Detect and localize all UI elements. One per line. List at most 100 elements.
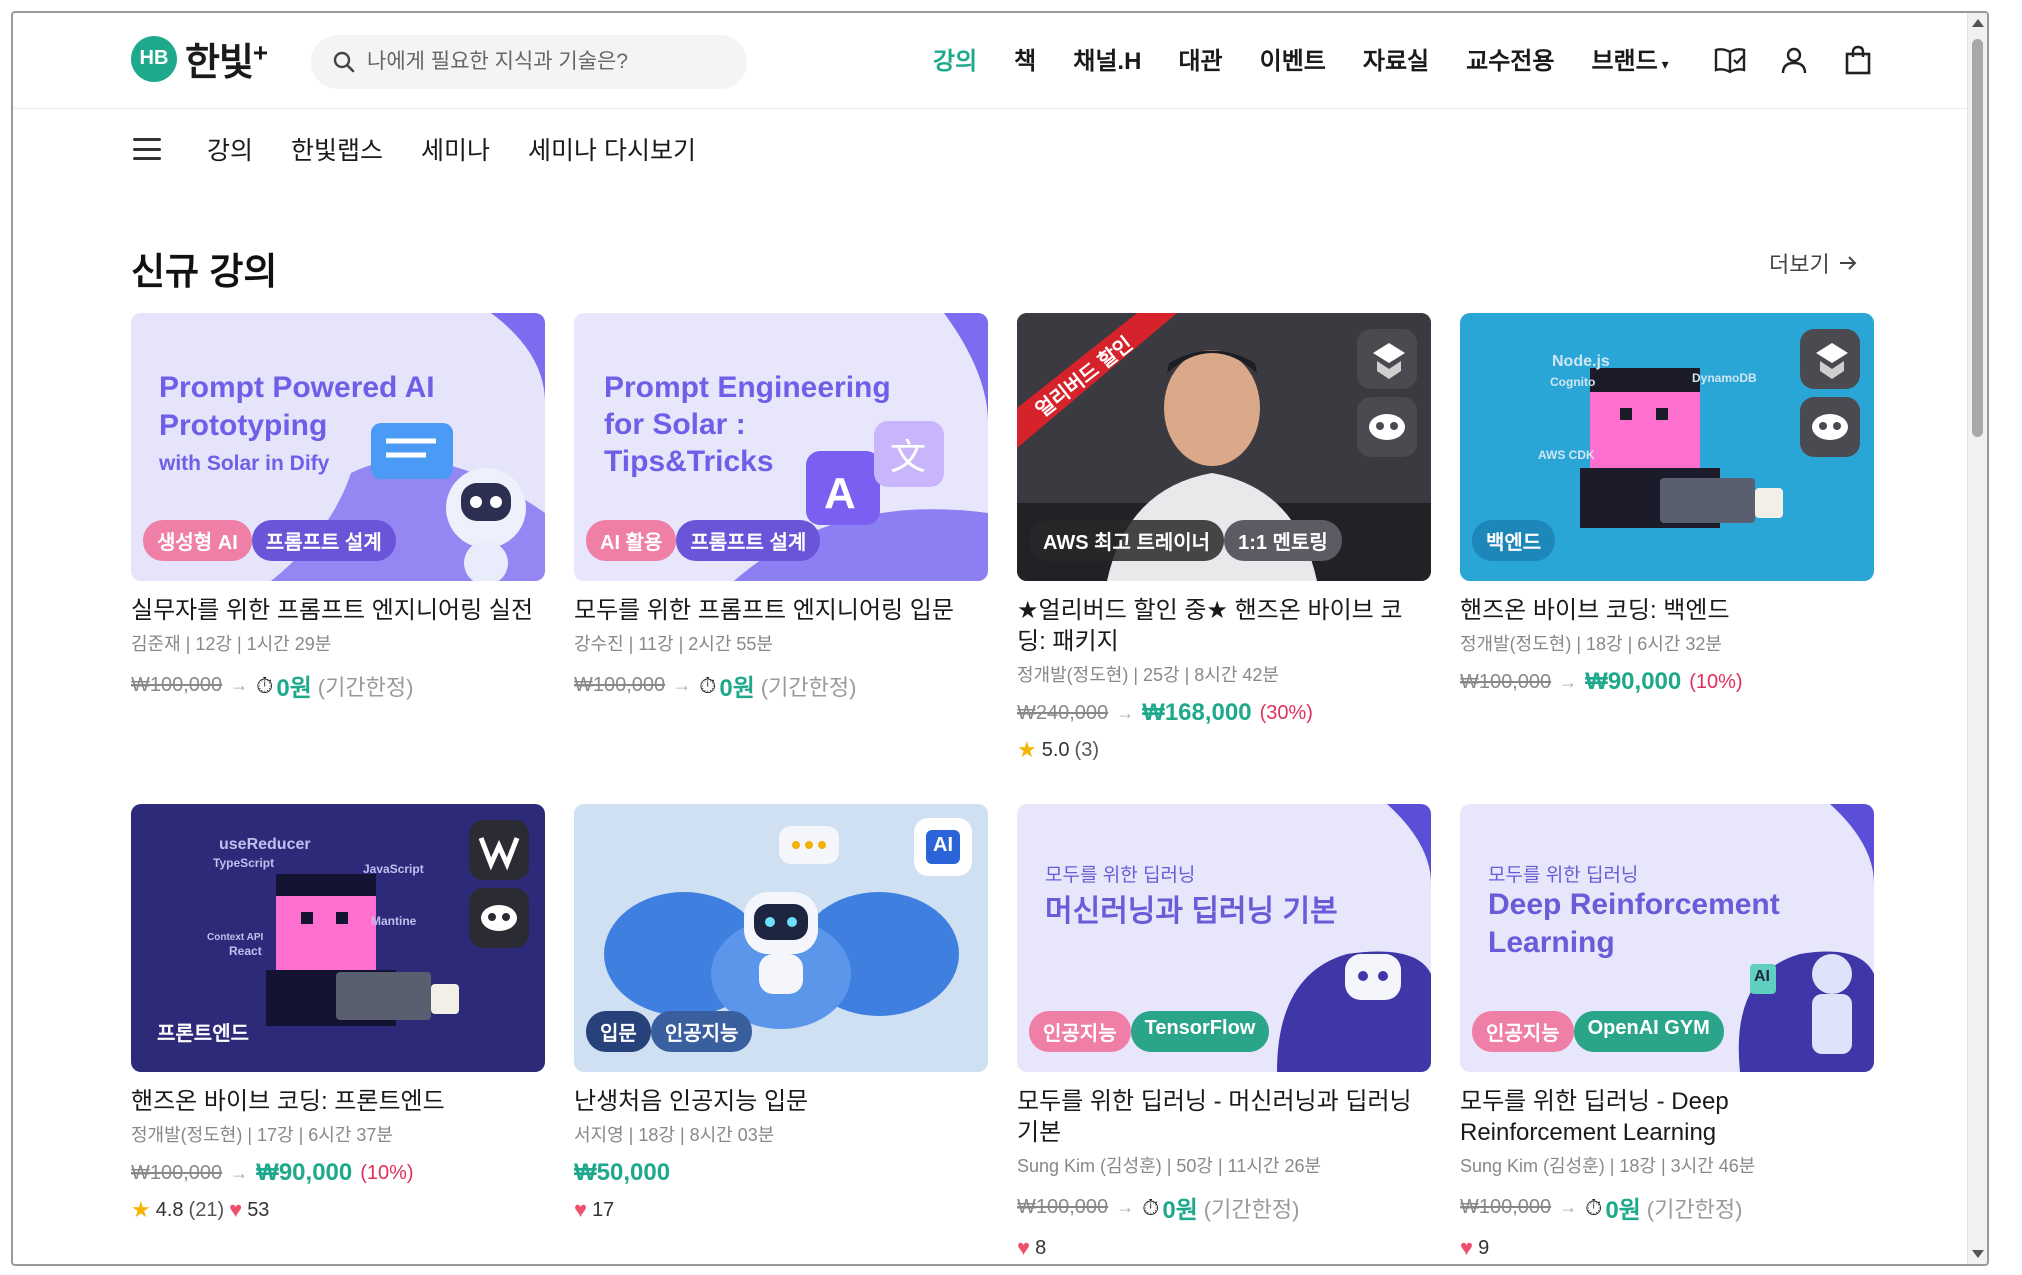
timer-icon: ⏱ xyxy=(699,672,717,698)
course-thumbnail[interactable]: 모두를 위한 딥러닝 머신러닝과 딥러닝 기본 인공지능 TensorFlow xyxy=(1017,804,1431,1072)
subnav-seminar-replay[interactable]: 세미나 다시보기 xyxy=(528,131,696,167)
cart-icon[interactable] xyxy=(1841,43,1875,77)
site-logo[interactable]: HB 한빛+ xyxy=(131,31,268,86)
price-row: ₩100,000 → ⏱ 0원 (기간한정) xyxy=(1460,1190,1874,1225)
sale-price: ₩168,000 xyxy=(1142,699,1252,726)
tag: 입문 xyxy=(586,1011,651,1052)
thumbnail-label: AWS CDK xyxy=(1538,448,1595,462)
heart-icon[interactable]: ♥ xyxy=(1460,1235,1473,1261)
search-bar[interactable] xyxy=(311,35,747,89)
tag: 인공지능 xyxy=(1029,1011,1131,1052)
course-card[interactable]: 모두를 위한 딥러닝 Deep Reinforcement Learning A… xyxy=(1460,804,1874,1261)
thumbnail-label: useReducer xyxy=(219,836,311,853)
main-nav: 강의 책 채널.H 대관 이벤트 자료실 교수전용 브랜드 xyxy=(933,41,1706,76)
course-title[interactable]: ★얼리버드 할인 중★ 핸즈온 바이브 코딩: 패키지 xyxy=(1017,595,1431,657)
course-thumbnail[interactable]: 모두를 위한 딥러닝 Deep Reinforcement Learning A… xyxy=(1460,804,1874,1072)
nav-channel-h[interactable]: 채널.H xyxy=(1073,41,1141,76)
subnav-seminar[interactable]: 세미나 xyxy=(421,131,490,167)
library-icon[interactable] xyxy=(1713,43,1747,77)
arrow-icon: → xyxy=(1559,671,1578,692)
nav-lectures[interactable]: 강의 xyxy=(933,41,977,76)
menu-icon[interactable] xyxy=(133,138,161,160)
arrow-right-icon xyxy=(1839,256,1857,270)
course-title[interactable]: 실무자를 위한 프롬프트 엔지니어링 실전 xyxy=(131,595,545,626)
course-title[interactable]: 모두를 위한 딥러닝 - 머신러닝과 딥러닝 기본 xyxy=(1017,1086,1431,1148)
scroll-down-arrow-icon[interactable] xyxy=(1972,1250,1984,1258)
tag: TensorFlow xyxy=(1130,1011,1270,1052)
heart-icon[interactable]: ♥ xyxy=(1017,1235,1030,1261)
search-icon xyxy=(333,51,355,73)
original-price: ₩100,000 xyxy=(131,1161,223,1184)
nav-rental[interactable]: 대관 xyxy=(1178,41,1222,76)
subnav-hanbit-labs[interactable]: 한빛랩스 xyxy=(291,131,383,167)
vertical-scrollbar[interactable] xyxy=(1967,13,1987,1264)
thumbnail-label: JavaScript xyxy=(363,862,424,876)
subnav-lectures[interactable]: 강의 xyxy=(207,131,253,167)
nav-brand-dropdown[interactable]: 브랜드 xyxy=(1591,41,1668,76)
course-title[interactable]: 모두를 위한 프롬프트 엔지니어링 입문 xyxy=(574,595,988,626)
thumbnail-headline: 머신러닝과 딥러닝 기본 xyxy=(1045,895,1338,928)
arrow-icon: → xyxy=(230,675,249,695)
course-thumbnail[interactable]: Node.js Cognito DynamoDB AWS CDK 백엔드 xyxy=(1460,313,1874,581)
nav-events[interactable]: 이벤트 xyxy=(1260,41,1326,76)
original-price: ₩100,000 xyxy=(1460,670,1552,693)
course-title[interactable]: 모두를 위한 딥러닝 - Deep Reinforcement Learning xyxy=(1460,1086,1874,1148)
logo-mark: HB xyxy=(131,35,177,82)
rating: ★ 5.0 (3) xyxy=(1017,737,1431,763)
course-title[interactable]: 핸즈온 바이브 코딩: 프론트엔드 xyxy=(131,1086,545,1117)
section-title: 신규 강의 xyxy=(131,251,278,292)
nav-books[interactable]: 책 xyxy=(1014,41,1036,76)
course-card[interactable]: Node.js Cognito DynamoDB AWS CDK 백엔드 핸즈온… xyxy=(1460,313,1874,696)
nav-professors[interactable]: 교수전용 xyxy=(1466,41,1554,76)
course-thumbnail[interactable]: AI 입문 인공지능 xyxy=(574,804,988,1072)
price-row: ₩50,000 xyxy=(574,1159,988,1187)
arrow-icon: → xyxy=(230,1162,249,1183)
course-card[interactable]: Prompt Powered AI Prototyping with Solar… xyxy=(131,313,545,703)
site-header: HB 한빛+ 강의 책 채널.H 대관 이벤트 자료실 교수전용 브랜드 xyxy=(13,13,1971,109)
user-icon[interactable] xyxy=(1777,43,1811,77)
tag: AI 활용 xyxy=(586,520,677,561)
course-card[interactable]: AI 입문 인공지능 난생처음 인공지능 입문 서지영 | 18강 | 8시간 … xyxy=(574,804,988,1223)
course-card[interactable]: useReducer TypeScript JavaScript Mantine… xyxy=(131,804,545,1223)
sale-price: ₩90,000 xyxy=(1585,668,1682,695)
thumbnail-label: Mantine xyxy=(371,914,417,928)
heart-icon[interactable]: ♥ xyxy=(229,1197,242,1223)
course-thumbnail[interactable]: 얼리버드 할인 AWS 최고 트레이너 1:1 멘토링 xyxy=(1017,313,1431,581)
arrow-icon: → xyxy=(1116,702,1135,723)
like-count: 9 xyxy=(1478,1236,1490,1259)
course-card[interactable]: 얼리버드 할인 AWS 최고 트레이너 1:1 멘토링 ★얼리버드 할인 중★ … xyxy=(1017,313,1431,763)
tag: OpenAI GYM xyxy=(1573,1011,1724,1052)
logo-text: 한빛+ xyxy=(185,37,268,84)
like-count: 8 xyxy=(1035,1236,1047,1259)
rating: ♥ 8 xyxy=(1017,1235,1431,1261)
course-meta: Sung Kim (김성훈) | 50강 | 11시간 26분 xyxy=(1017,1156,1322,1176)
course-thumbnail[interactable]: useReducer TypeScript JavaScript Mantine… xyxy=(131,804,545,1072)
course-card[interactable]: A 文 Prompt Engineering for Solar : Tips&… xyxy=(574,313,988,703)
more-link[interactable]: 더보기 xyxy=(1769,247,1858,279)
scroll-up-arrow-icon[interactable] xyxy=(1972,19,1984,27)
browser-frame: HB 한빛+ 강의 책 채널.H 대관 이벤트 자료실 교수전용 브랜드 xyxy=(11,11,1989,1266)
timer-icon: ⏱ xyxy=(256,672,274,698)
rating-value: 5.0 xyxy=(1041,738,1070,761)
sub-nav: 강의 한빛랩스 세미나 세미나 다시보기 xyxy=(133,131,734,167)
course-title[interactable]: 핸즈온 바이브 코딩: 백엔드 xyxy=(1460,595,1874,626)
arrow-icon: → xyxy=(1559,1197,1578,1217)
like-count: 17 xyxy=(592,1198,615,1221)
course-card[interactable]: 모두를 위한 딥러닝 머신러닝과 딥러닝 기본 인공지능 TensorFlow … xyxy=(1017,804,1431,1261)
rating-value: 4.8 xyxy=(155,1198,184,1221)
tag: 프롬프트 설계 xyxy=(251,520,396,561)
heart-icon[interactable]: ♥ xyxy=(574,1197,587,1223)
scrollbar-thumb[interactable] xyxy=(1972,39,1983,437)
nav-resources[interactable]: 자료실 xyxy=(1363,41,1429,76)
sale-price: ₩50,000 xyxy=(574,1159,671,1186)
course-thumbnail[interactable]: Prompt Powered AI Prototyping with Solar… xyxy=(131,313,545,581)
course-thumbnail[interactable]: A 文 Prompt Engineering for Solar : Tips&… xyxy=(574,313,988,581)
course-title[interactable]: 난생처음 인공지능 입문 xyxy=(574,1086,988,1117)
arrow-icon: → xyxy=(1116,1197,1135,1217)
course-meta: 정개발(정도현) | 18강 | 6시간 32분 xyxy=(1460,634,1722,654)
original-price: ₩100,000 xyxy=(1017,1196,1109,1218)
thumbnail-label: Cognito xyxy=(1550,375,1596,389)
search-input[interactable] xyxy=(367,50,727,74)
arrow-icon: → xyxy=(673,675,692,695)
original-price: ₩240,000 xyxy=(1017,701,1109,724)
